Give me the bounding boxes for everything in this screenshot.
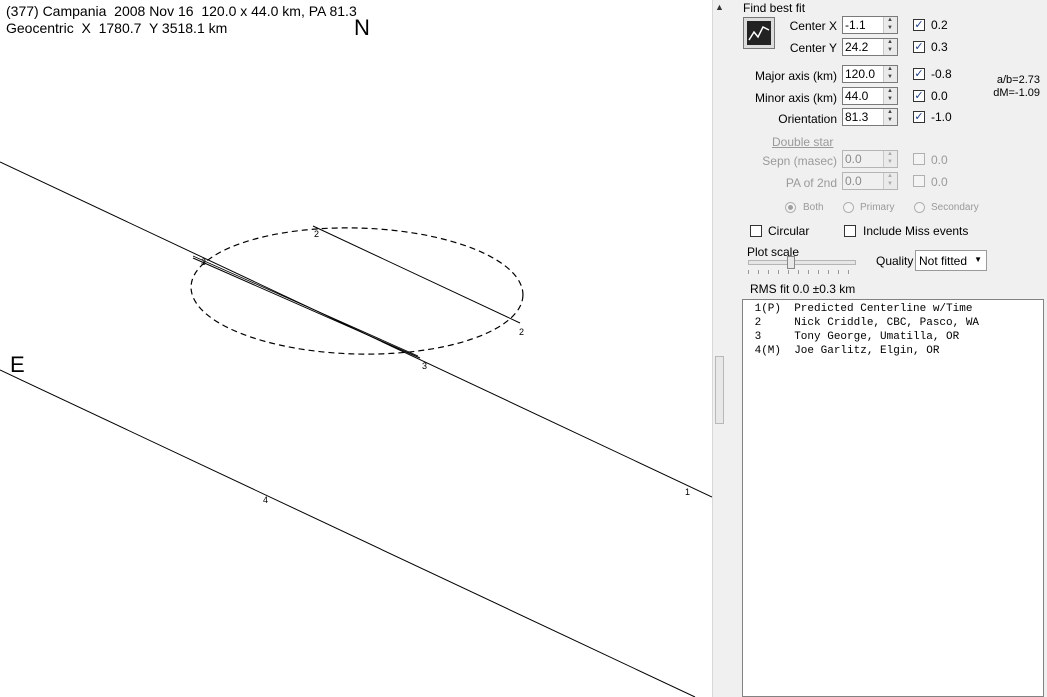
center-y-checkbox[interactable]: ✓: [913, 41, 925, 53]
pa2-checkbox[interactable]: [913, 175, 925, 187]
chord-line-2: [312, 225, 521, 324]
major-axis-checkbox[interactable]: ✓: [913, 68, 925, 80]
sepn-label: Sepn (masec): [762, 154, 837, 168]
chord-line-3: [192, 257, 421, 359]
list-item[interactable]: 4(M) Joe Garlitz, Elgin, OR: [748, 345, 940, 357]
radio-both-label: Both: [803, 202, 824, 213]
rms-fit: RMS fit 0.0 ±0.3 km: [750, 282, 856, 296]
delta-magnitude: dM=-1.09: [993, 87, 1040, 99]
circular-checkbox[interactable]: [750, 225, 762, 237]
quality-select[interactable]: Not fitted ▼: [915, 250, 987, 271]
chord-line-3b: [192, 255, 419, 357]
chord-label-2a: 2: [314, 229, 319, 239]
major-axis-label: Major axis (km): [754, 69, 837, 83]
circular-label: Circular: [768, 224, 810, 238]
center-x-input[interactable]: -1.1 ▲ ▼: [842, 16, 898, 34]
major-axis-input[interactable]: 120.0 ▲ ▼: [842, 65, 898, 83]
chord-label-3a: 3: [201, 257, 206, 267]
spinner-icon[interactable]: ▲ ▼: [883, 88, 897, 104]
orientation-checkbox[interactable]: ✓: [913, 111, 925, 123]
spinner-icon[interactable]: ▲ ▼: [883, 66, 897, 82]
chord-label-1: 1: [685, 487, 690, 497]
pa2-input[interactable]: 0.0 ▲ ▼: [842, 172, 898, 190]
minor-axis-input[interactable]: 44.0 ▲ ▼: [842, 87, 898, 105]
list-item[interactable]: 1(P) Predicted Centerline w/Time: [748, 303, 973, 315]
center-y-delta: 0.3: [931, 40, 948, 54]
minor-axis-label: Minor axis (km): [754, 91, 837, 105]
major-axis-delta: -0.8: [931, 67, 952, 81]
orientation-input[interactable]: 81.3 ▲ ▼: [842, 108, 898, 126]
find-best-fit-label: Find best fit: [743, 1, 806, 15]
chord-label-4: 4: [263, 495, 268, 505]
chord-line-4: [0, 369, 696, 697]
list-item[interactable]: 3 Tony George, Umatilla, OR: [748, 331, 960, 343]
fitted-ellipse: [190, 227, 524, 355]
plot-canvas: 2 2 3 3 1 4: [0, 161, 712, 697]
radio-primary[interactable]: [843, 202, 854, 213]
center-x-checkbox[interactable]: ✓: [913, 19, 925, 31]
sepn-checkbox[interactable]: [913, 153, 925, 165]
sepn-input[interactable]: 0.0 ▲ ▼: [842, 150, 898, 168]
pa2-label: PA of 2nd: [785, 176, 837, 190]
north-label: N: [354, 15, 370, 40]
quality-label: Quality: [876, 254, 914, 268]
east-label: E: [10, 352, 25, 377]
plot-title-line1: (377) Campania 2008 Nov 16 120.0 x 44.0 …: [6, 3, 357, 19]
splitter-grip[interactable]: [715, 356, 724, 424]
include-miss-checkbox[interactable]: [844, 225, 856, 237]
pa2-delta: 0.0: [931, 175, 948, 189]
plot-scale-thumb[interactable]: [787, 256, 795, 269]
quality-value: Not fitted: [919, 254, 968, 268]
collapse-arrow-icon[interactable]: ▲: [715, 2, 724, 12]
spinner-icon[interactable]: ▲ ▼: [883, 17, 897, 33]
minor-axis-checkbox[interactable]: ✓: [913, 90, 925, 102]
chord-list[interactable]: 1(P) Predicted Centerline w/Time 2 Nick …: [742, 299, 1044, 697]
list-item[interactable]: 2 Nick Criddle, CBC, Pasco, WA: [748, 317, 979, 329]
sepn-delta: 0.0: [931, 153, 948, 167]
orientation-label: Orientation: [778, 112, 837, 126]
include-miss-label: Include Miss events: [863, 224, 969, 238]
radio-secondary-label: Secondary: [931, 202, 979, 213]
plot-scale-track[interactable]: [748, 260, 856, 265]
spinner-icon[interactable]: ▲ ▼: [883, 173, 897, 189]
spinner-icon[interactable]: ▲ ▼: [883, 39, 897, 55]
plot-title-line2: Geocentric X 1780.7 Y 3518.1 km: [6, 20, 228, 36]
chord-label-3b: 3: [422, 361, 427, 371]
orientation-delta: -1.0: [931, 110, 952, 124]
radio-both[interactable]: [785, 202, 796, 213]
plot-area[interactable]: 2 2 3 3 1 4 (377) Campania 2008 Nov 16 1…: [0, 0, 712, 697]
spinner-icon[interactable]: ▲ ▼: [883, 109, 897, 125]
radio-secondary[interactable]: [914, 202, 925, 213]
fit-panel: Find best fit Center X -1.1 ▲ ▼ ✓ 0.2 Cent…: [724, 0, 1047, 697]
axis-ratio: a/b=2.73: [996, 74, 1040, 86]
center-y-input[interactable]: 24.2 ▲ ▼: [842, 38, 898, 56]
spinner-icon[interactable]: ▲ ▼: [883, 151, 897, 167]
chord-label-2b: 2: [519, 327, 524, 337]
center-x-label: Center X: [789, 19, 837, 33]
radio-primary-label: Primary: [860, 202, 895, 213]
center-x-delta: 0.2: [931, 18, 948, 32]
chevron-down-icon: ▼: [974, 255, 982, 264]
minor-axis-delta: 0.0: [931, 89, 948, 103]
double-star-link[interactable]: Double star: [772, 135, 833, 149]
center-y-label: Center Y: [789, 41, 837, 55]
plot-scale-ticks: [748, 270, 854, 274]
